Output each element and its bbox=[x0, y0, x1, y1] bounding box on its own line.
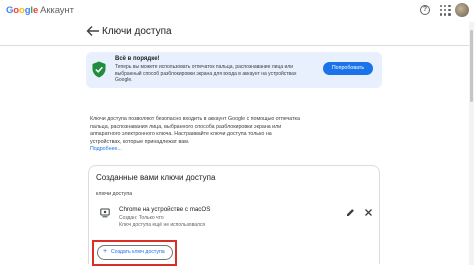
page-title: Ключи доступа bbox=[102, 26, 172, 37]
banner-title: Всё в порядке! bbox=[115, 56, 160, 62]
computer-icon bbox=[100, 208, 110, 218]
avatar[interactable] bbox=[455, 3, 469, 17]
intro-paragraph: Ключи доступа позволяют безопасно входит… bbox=[90, 116, 300, 145]
apps-grid-icon[interactable] bbox=[440, 5, 451, 16]
arrow-back-icon[interactable] bbox=[86, 25, 100, 37]
logo-brand: Google bbox=[6, 5, 39, 16]
google-account-logo[interactable]: Google Аккаунт bbox=[6, 5, 74, 16]
banner-text: Теперь вы можете использовать отпечаток … bbox=[115, 64, 297, 84]
highlight-box bbox=[92, 240, 177, 266]
passkeys-card-title: Созданные вами ключи доступа bbox=[96, 173, 216, 182]
close-icon[interactable] bbox=[364, 208, 373, 217]
scrollbar-thumb[interactable] bbox=[470, 30, 473, 102]
passkey-last-used: Ключ доступа ещё не использовался bbox=[119, 221, 206, 228]
intro-text: Ключи доступа позволяют безопасно входит… bbox=[90, 116, 300, 154]
header-divider bbox=[0, 45, 474, 46]
learn-more-link[interactable]: Подробнее... bbox=[90, 146, 122, 152]
logo-product: Аккаунт bbox=[40, 5, 74, 16]
passkeys-card-subtitle: ключи доступа bbox=[96, 191, 133, 197]
help-icon[interactable]: ? bbox=[420, 5, 430, 15]
passkey-meta: Создан: Только что Ключ доступа ещё не и… bbox=[119, 215, 205, 228]
passkey-name: Chrome на устройстве с macOS bbox=[119, 206, 211, 213]
edit-pencil-icon[interactable] bbox=[346, 208, 355, 217]
shield-check-icon bbox=[92, 61, 106, 78]
try-button[interactable]: Попробовать bbox=[323, 62, 373, 75]
